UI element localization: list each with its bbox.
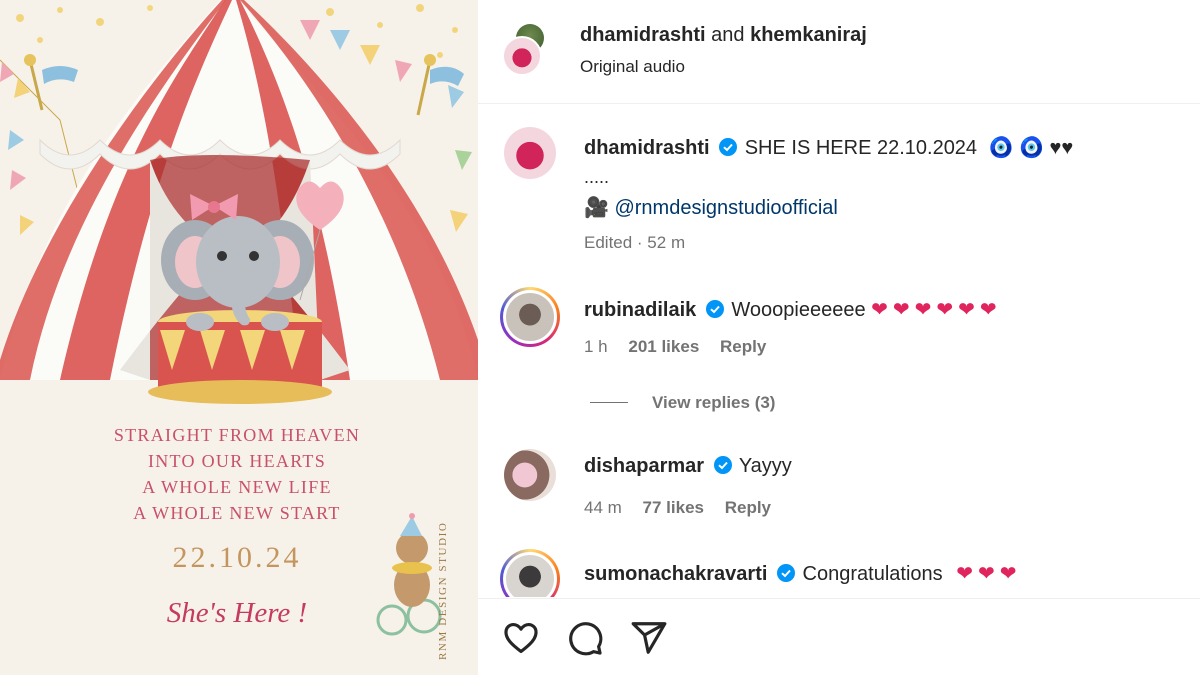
poem-line: A WHOLE NEW START (133, 503, 341, 523)
heart-emojis: ❤❤❤ (956, 563, 1022, 585)
audio-link[interactable]: Original audio (580, 57, 685, 77)
verified-badge-icon (705, 300, 724, 318)
comment-text: rubinadilaik Wooopieeeeee ❤❤❤❤❤❤ (584, 297, 1002, 322)
studio-watermark: RNM DESIGN STUDIO (437, 521, 449, 660)
caption-mention-line: 🎥 @rnmdesignstudioofficial (584, 195, 838, 220)
comment-body: Yayyy (738, 455, 792, 477)
reply-button[interactable]: Reply (720, 337, 766, 356)
username-link[interactable]: dhamidrashti (584, 137, 710, 159)
post-media-image[interactable]: STRAIGHT FROM HEAVEN INTO OUR HEARTS A W… (0, 0, 478, 675)
avatar[interactable] (500, 287, 560, 347)
username-link[interactable]: dhamidrashti (580, 24, 706, 46)
caption-meta: Edited · 52 m (584, 233, 701, 253)
shes-here-script: She's Here ! (166, 597, 308, 629)
verified-badge-icon (713, 456, 732, 474)
avatar[interactable] (502, 36, 542, 76)
poem-line: A WHOLE NEW LIFE (142, 477, 332, 497)
comment-icon[interactable] (566, 619, 604, 657)
caption-body: SHE IS HERE 22.10.2024 (744, 137, 978, 159)
post-details-panel: dhamidrashti and khemkaniraj Original au… (478, 0, 1200, 675)
heart-icon[interactable] (502, 619, 540, 657)
poem-text: STRAIGHT FROM HEAVEN INTO OUR HEARTS A W… (0, 422, 474, 526)
comment-time: 1 h (584, 337, 608, 356)
view-replies-button[interactable]: View replies (3) (590, 393, 775, 413)
username-link[interactable]: sumonachakravarti (584, 563, 767, 585)
mention-link[interactable]: @rnmdesignstudioofficial (614, 197, 837, 219)
collab-avatars[interactable] (502, 24, 544, 76)
comment-likes-button[interactable]: 201 likes (628, 337, 699, 356)
divider-line (590, 402, 628, 403)
reply-button[interactable]: Reply (725, 498, 771, 517)
username-link[interactable]: rubinadilaik (584, 299, 696, 321)
caption-dots: ..... (584, 167, 610, 187)
post-header: dhamidrashti and khemkaniraj Original au… (478, 0, 1200, 104)
share-icon[interactable] (630, 619, 668, 657)
comment-text: sumonachakravarti Congratulations ❤❤❤ (584, 561, 1021, 586)
verified-badge-icon (719, 138, 738, 156)
birth-date: 22.10.24 (172, 541, 302, 574)
username-link[interactable]: khemkaniraj (750, 24, 867, 46)
pedestal (148, 310, 332, 404)
comments-list[interactable]: dhamidrashti SHE IS HERE 22.10.2024 🧿 🧿 … (478, 105, 1200, 597)
connector-text: and (711, 24, 745, 46)
heart-emojis: ❤❤❤❤❤❤ (871, 299, 1002, 321)
comment-meta: 44 m 77 likes Reply (584, 498, 787, 518)
collab-usernames: dhamidrashti and khemkaniraj (580, 24, 867, 47)
post-actions-bar (478, 598, 1200, 675)
avatar[interactable] (500, 549, 560, 597)
view-replies-label: View replies (3) (652, 393, 776, 412)
username-link[interactable]: dishaparmar (584, 455, 704, 477)
comment-text: dishaparmar Yayyy (584, 455, 792, 478)
caption-emoji: 🧿 🧿 ♥♥ (988, 137, 1074, 159)
verified-badge-icon (776, 564, 795, 582)
avatar[interactable] (504, 449, 556, 501)
comment-likes-button[interactable]: 77 likes (643, 498, 704, 517)
caption-text: dhamidrashti SHE IS HERE 22.10.2024 🧿 🧿 … (584, 135, 1073, 160)
comment-time: 44 m (584, 498, 622, 517)
comment-meta: 1 h 201 likes Reply (584, 337, 782, 357)
poem-line: INTO OUR HEARTS (147, 451, 327, 471)
avatar[interactable] (504, 127, 556, 179)
poem-line: STRAIGHT FROM HEAVEN (113, 425, 361, 445)
comment-body: Congratulations (802, 563, 943, 585)
camera-emoji: 🎥 (584, 197, 609, 219)
edited-timestamp: Edited · 52 m (584, 233, 686, 252)
comment-body: Wooopieeeeee (731, 299, 866, 321)
